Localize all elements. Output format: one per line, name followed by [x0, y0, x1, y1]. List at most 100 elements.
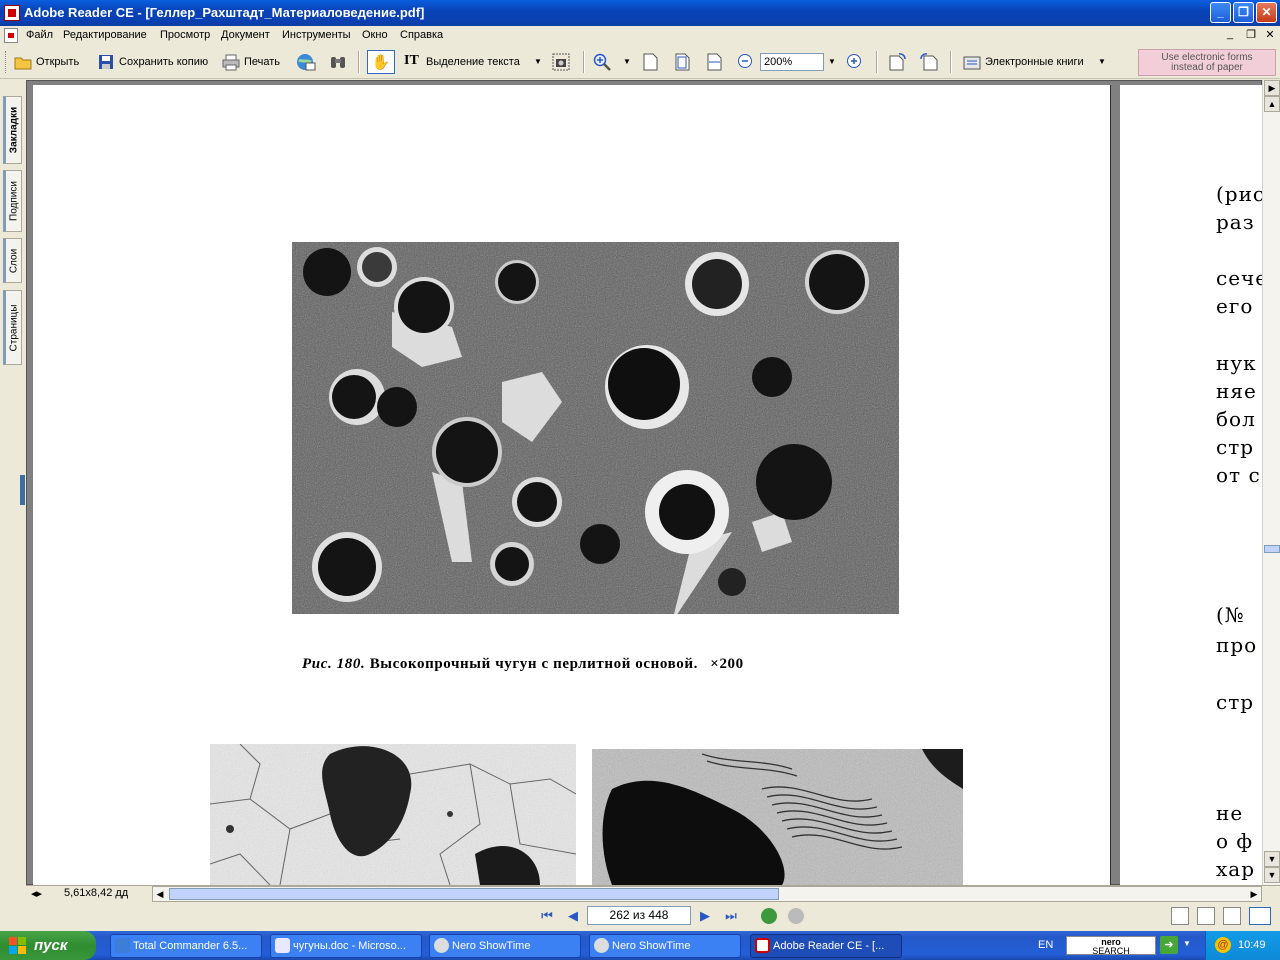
- doc-minimize-button[interactable]: _: [1222, 28, 1238, 40]
- micrograph-right: [592, 749, 963, 885]
- previous-page-button[interactable]: ◀: [563, 906, 583, 926]
- go-back-button[interactable]: [761, 908, 777, 924]
- language-indicator[interactable]: EN: [1038, 939, 1053, 951]
- open-button[interactable]: Открыть: [14, 51, 79, 73]
- scroll-left-icon[interactable]: ◀: [153, 887, 167, 901]
- close-button[interactable]: ✕: [1256, 2, 1277, 23]
- zoom-out-button[interactable]: [737, 51, 759, 73]
- task-adobe-reader[interactable]: Adobe Reader CE - [...: [750, 934, 902, 958]
- print-button[interactable]: Печать: [222, 51, 280, 73]
- scroll-up-arrow-icon[interactable]: ▶: [1264, 80, 1280, 96]
- zoom-level-input[interactable]: 200%: [760, 53, 824, 71]
- email-button[interactable]: [296, 51, 318, 73]
- micrograph-ductile-iron: [292, 242, 899, 614]
- scroll-up-icon[interactable]: ▲: [1264, 96, 1280, 112]
- next-page-button[interactable]: ▶: [695, 906, 715, 926]
- camera-icon: [552, 53, 570, 71]
- text-line: раз: [1216, 210, 1255, 234]
- continuous-facing-layout-button[interactable]: [1249, 907, 1271, 925]
- vertical-scroll-thumb[interactable]: [1264, 545, 1280, 553]
- text-line: (№: [1216, 603, 1245, 627]
- search-options-dropdown-icon[interactable]: ▼: [1183, 939, 1191, 948]
- maximize-button[interactable]: ❐: [1233, 2, 1254, 23]
- nero-icon: [594, 938, 609, 953]
- adobe-reader-icon: [4, 5, 20, 21]
- tab-pages[interactable]: Страницы: [3, 290, 22, 365]
- doc-restore-button[interactable]: ❐: [1243, 28, 1259, 41]
- adobe-reader-icon: [755, 938, 770, 953]
- tab-bookmarks[interactable]: Закладки: [3, 96, 22, 164]
- nero-icon: [434, 938, 449, 953]
- tab-layers[interactable]: Слои: [3, 238, 22, 283]
- page-number-input[interactable]: 262 из 448: [587, 906, 691, 925]
- rotate-clockwise-button[interactable]: [887, 51, 909, 73]
- task-nero-showtime-1[interactable]: Nero ShowTime: [429, 934, 581, 958]
- horizontal-scroll-thumb[interactable]: [169, 888, 779, 900]
- text-line: о ф: [1216, 829, 1254, 853]
- ebooks-label: Электронные книги: [985, 56, 1084, 68]
- zoom-in-tool-button[interactable]: [593, 51, 615, 73]
- minimize-button[interactable]: _: [1210, 2, 1231, 23]
- menu-document[interactable]: Документ: [221, 29, 270, 41]
- zoom-in-button[interactable]: [846, 51, 868, 73]
- snapshot-button[interactable]: [552, 51, 574, 73]
- forms-line-2: instead of paper: [1171, 62, 1243, 73]
- text-line: няе: [1216, 379, 1257, 403]
- windows-logo-icon: [9, 937, 27, 955]
- text-cursor-icon: IT: [404, 53, 419, 68]
- menu-view[interactable]: Просмотр: [160, 29, 210, 41]
- task-nero-showtime-2[interactable]: Nero ShowTime: [589, 934, 741, 958]
- menu-window[interactable]: Окно: [362, 29, 388, 41]
- page-icon: [641, 53, 659, 71]
- task-word-document[interactable]: чугуны.doc - Microso...: [270, 934, 422, 958]
- nero-search-box[interactable]: nero SEARCH: [1066, 936, 1156, 956]
- folder-icon: [14, 53, 32, 71]
- tray-app-icon[interactable]: @: [1215, 937, 1231, 953]
- plus-circle-icon: [846, 53, 864, 71]
- hand-tool-button[interactable]: ✋: [367, 50, 395, 74]
- doc-close-button[interactable]: ✕: [1262, 28, 1278, 41]
- zoom-tool-dropdown-icon[interactable]: ▼: [623, 57, 631, 66]
- save-copy-button[interactable]: Сохранить копию: [97, 51, 208, 73]
- actual-size-button[interactable]: [641, 51, 663, 73]
- fit-page-icon: [673, 53, 691, 71]
- select-text-dropdown-icon[interactable]: ▼: [534, 57, 542, 66]
- figure-description: Высокопрочный чугун с перлитной основой.: [369, 656, 698, 672]
- toolbar-grip[interactable]: [5, 51, 8, 73]
- scroll-down-icon[interactable]: ▼: [1264, 851, 1280, 867]
- first-page-button[interactable]: ⏮: [537, 906, 557, 926]
- fit-page-button[interactable]: [673, 51, 695, 73]
- task-total-commander[interactable]: Total Commander 6.5...: [110, 934, 262, 958]
- scroll-right-icon[interactable]: ▶: [1247, 887, 1261, 901]
- last-page-button[interactable]: ⏭: [721, 906, 741, 926]
- document-icon[interactable]: [4, 28, 18, 43]
- window-title: Adobe Reader CE - [Геллер_Рахштадт_Матер…: [24, 5, 425, 20]
- expand-icon[interactable]: ◂▸: [31, 887, 42, 900]
- facing-layout-button[interactable]: [1223, 907, 1241, 925]
- go-forward-button[interactable]: [788, 908, 804, 924]
- fit-width-button[interactable]: [705, 51, 727, 73]
- electronic-forms-banner[interactable]: Use electronic forms instead of paper: [1138, 49, 1276, 76]
- ebooks-dropdown-icon[interactable]: ▼: [1098, 57, 1106, 66]
- task-label: Nero ShowTime: [612, 940, 691, 952]
- vertical-scrollbar[interactable]: ▶ ▲ ▼ ▼: [1262, 80, 1280, 885]
- text-line: бол: [1216, 407, 1256, 431]
- tab-signatures[interactable]: Подписи: [3, 170, 22, 232]
- next-page-arrow-icon[interactable]: ▼: [1264, 867, 1280, 883]
- horizontal-scrollbar[interactable]: ◀ ▶: [152, 886, 1262, 902]
- search-button[interactable]: [329, 51, 351, 73]
- continuous-layout-button[interactable]: [1197, 907, 1215, 925]
- menu-file[interactable]: Файл: [26, 29, 53, 41]
- menu-help[interactable]: Справка: [400, 29, 443, 41]
- rotate-counterclockwise-button[interactable]: [919, 51, 941, 73]
- nero-search-go-button[interactable]: ➜: [1160, 936, 1178, 954]
- single-page-layout-button[interactable]: [1171, 907, 1189, 925]
- pane-splitter[interactable]: [20, 475, 25, 505]
- text-line: (рис: [1216, 182, 1266, 206]
- figure-caption: Рис. 180. Высокопрочный чугун с перлитно…: [302, 656, 744, 673]
- zoom-level-dropdown-icon[interactable]: ▼: [828, 57, 836, 66]
- select-text-button[interactable]: IT Выделение текста: [404, 51, 520, 73]
- ebooks-button[interactable]: Электронные книги: [963, 51, 1084, 73]
- menu-edit[interactable]: Редактирование: [63, 29, 147, 41]
- menu-tools[interactable]: Инструменты: [282, 29, 351, 41]
